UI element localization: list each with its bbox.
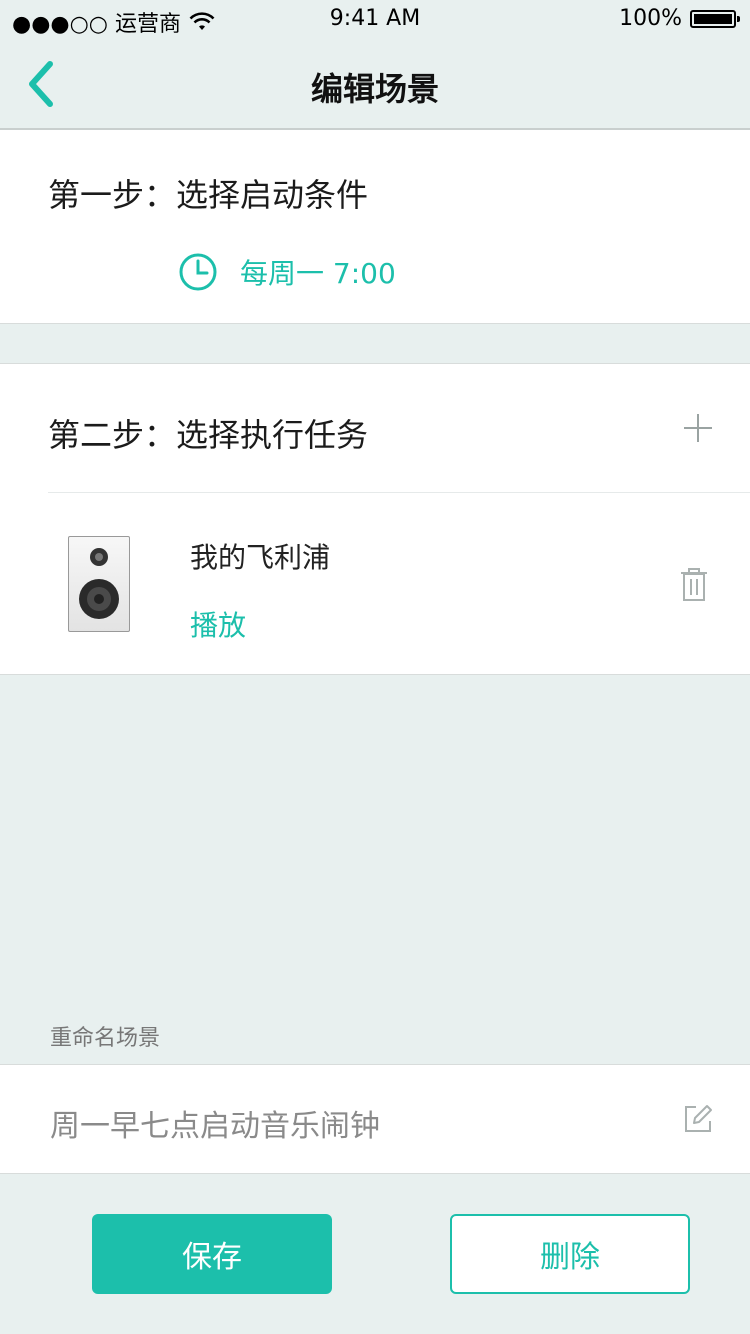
trigger-condition[interactable]: 每周一 7:00	[178, 252, 396, 292]
edit-name-button[interactable]	[682, 1103, 714, 1135]
trash-icon	[681, 568, 707, 601]
edit-icon	[685, 1105, 712, 1132]
step2-card: 第二步：选择执行任务 我的飞利浦 播放	[0, 363, 750, 675]
step1-title: 第一步：选择启动条件	[48, 176, 369, 214]
page-title: 编辑场景	[310, 70, 439, 108]
plus-icon	[684, 414, 712, 442]
device-name: 我的飞利浦	[190, 541, 331, 574]
nav-bar: 编辑场景	[0, 40, 750, 130]
delete-task-button[interactable]	[680, 568, 708, 602]
status-bar: ●●●○○ 运营商 9:41 AM 100%	[0, 0, 750, 40]
step2-title: 第二步：选择执行任务	[48, 416, 369, 454]
battery-percent: 100%	[619, 6, 682, 31]
step1-card: 第一步：选择启动条件 每周一 7:00	[0, 130, 750, 324]
condition-text: 每周一 7:00	[240, 257, 396, 290]
delete-button[interactable]: 删除	[450, 1214, 690, 1294]
divider	[48, 492, 750, 493]
rename-field[interactable]: 周一早七点启动音乐闹钟	[0, 1064, 750, 1174]
status-right: 100%	[619, 6, 740, 31]
rename-label: 重命名场景	[50, 1026, 161, 1051]
speaker-icon	[68, 536, 130, 632]
add-task-button[interactable]	[682, 412, 714, 444]
save-button[interactable]: 保存	[92, 1214, 332, 1294]
battery-icon	[690, 9, 740, 28]
device-action[interactable]: 播放	[190, 604, 246, 644]
scene-name-input[interactable]: 周一早七点启动音乐闹钟	[50, 1101, 380, 1145]
clock-icon	[179, 253, 217, 291]
